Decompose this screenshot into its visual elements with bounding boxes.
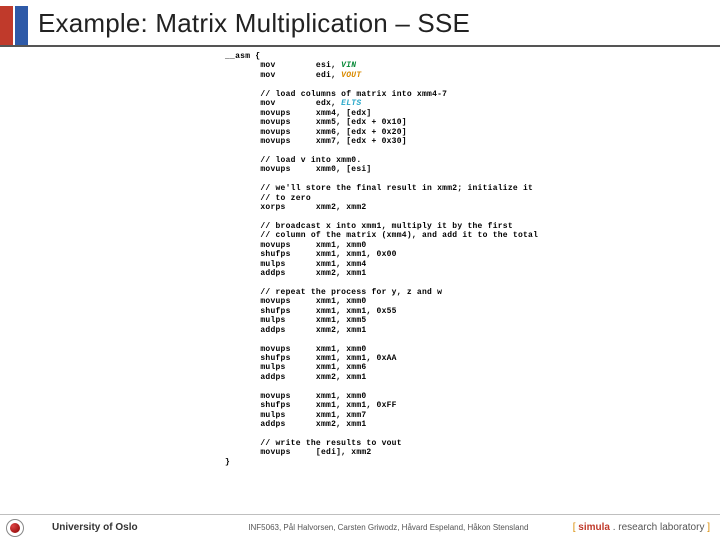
asm-listing: __asm { mov esi, VIN mov edi, VOUT // lo…: [225, 52, 538, 467]
university-logo-icon: [6, 519, 24, 537]
bracket-close: ]: [707, 522, 710, 533]
slide: Example: Matrix Multiplication – SSE __a…: [0, 0, 720, 540]
footer: University of Oslo INF5063, Pål Halvorse…: [0, 514, 720, 540]
code-block: __asm { mov esi, VIN mov edi, VOUT // lo…: [225, 52, 538, 467]
footer-credits: INF5063, Pål Halvorsen, Carsten Griwodz,…: [204, 523, 573, 532]
footer-university: University of Oslo: [24, 522, 204, 533]
simula-brand: simula: [578, 522, 610, 533]
keyword-vin: VIN: [341, 61, 356, 70]
slide-title: Example: Matrix Multiplication – SSE: [28, 6, 470, 45]
keyword-elts: ELTS: [341, 99, 361, 108]
footer-lab: [ simula . research laboratory ]: [573, 522, 720, 533]
title-rule: [0, 45, 720, 47]
keyword-vout: VOUT: [341, 71, 361, 80]
accent-bar-red: [0, 6, 13, 45]
lab-text: . research laboratory: [610, 522, 707, 533]
accent-bar-blue: [15, 6, 28, 45]
title-bar: Example: Matrix Multiplication – SSE: [0, 0, 720, 45]
